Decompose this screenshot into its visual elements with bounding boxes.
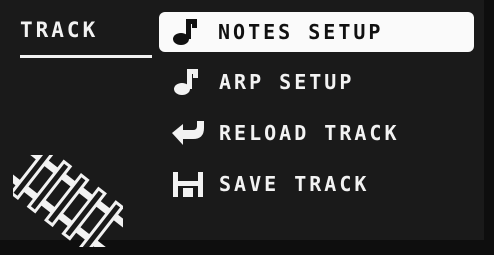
reload-arrow-icon (172, 121, 204, 145)
menu-item-label: NOTES SETUP (218, 20, 384, 44)
menu-item-notes-setup[interactable]: NOTES SETUP (159, 12, 474, 52)
menu-item-label: SAVE TRACK (219, 172, 370, 196)
save-disk-icon (173, 172, 203, 197)
menu-item-label: RELOAD TRACK (219, 121, 400, 145)
section-title: TRACK (20, 18, 99, 42)
menu-item-save-track[interactable]: SAVE TRACK (160, 164, 472, 204)
screen-bezel-right (484, 0, 494, 255)
menu-item-reload-track[interactable]: RELOAD TRACK (160, 113, 472, 153)
menu-item-arp-setup[interactable]: ARP SETUP (160, 62, 472, 102)
menu-item-label: ARP SETUP (219, 70, 355, 94)
track-rail-icon (13, 155, 123, 247)
music-note-icon (174, 69, 198, 95)
section-title-underline (20, 55, 152, 58)
music-note-icon (173, 19, 197, 45)
device-screen: TRACK NOTES SETUP ARP SETUP RELOAD TRACK… (0, 0, 494, 255)
